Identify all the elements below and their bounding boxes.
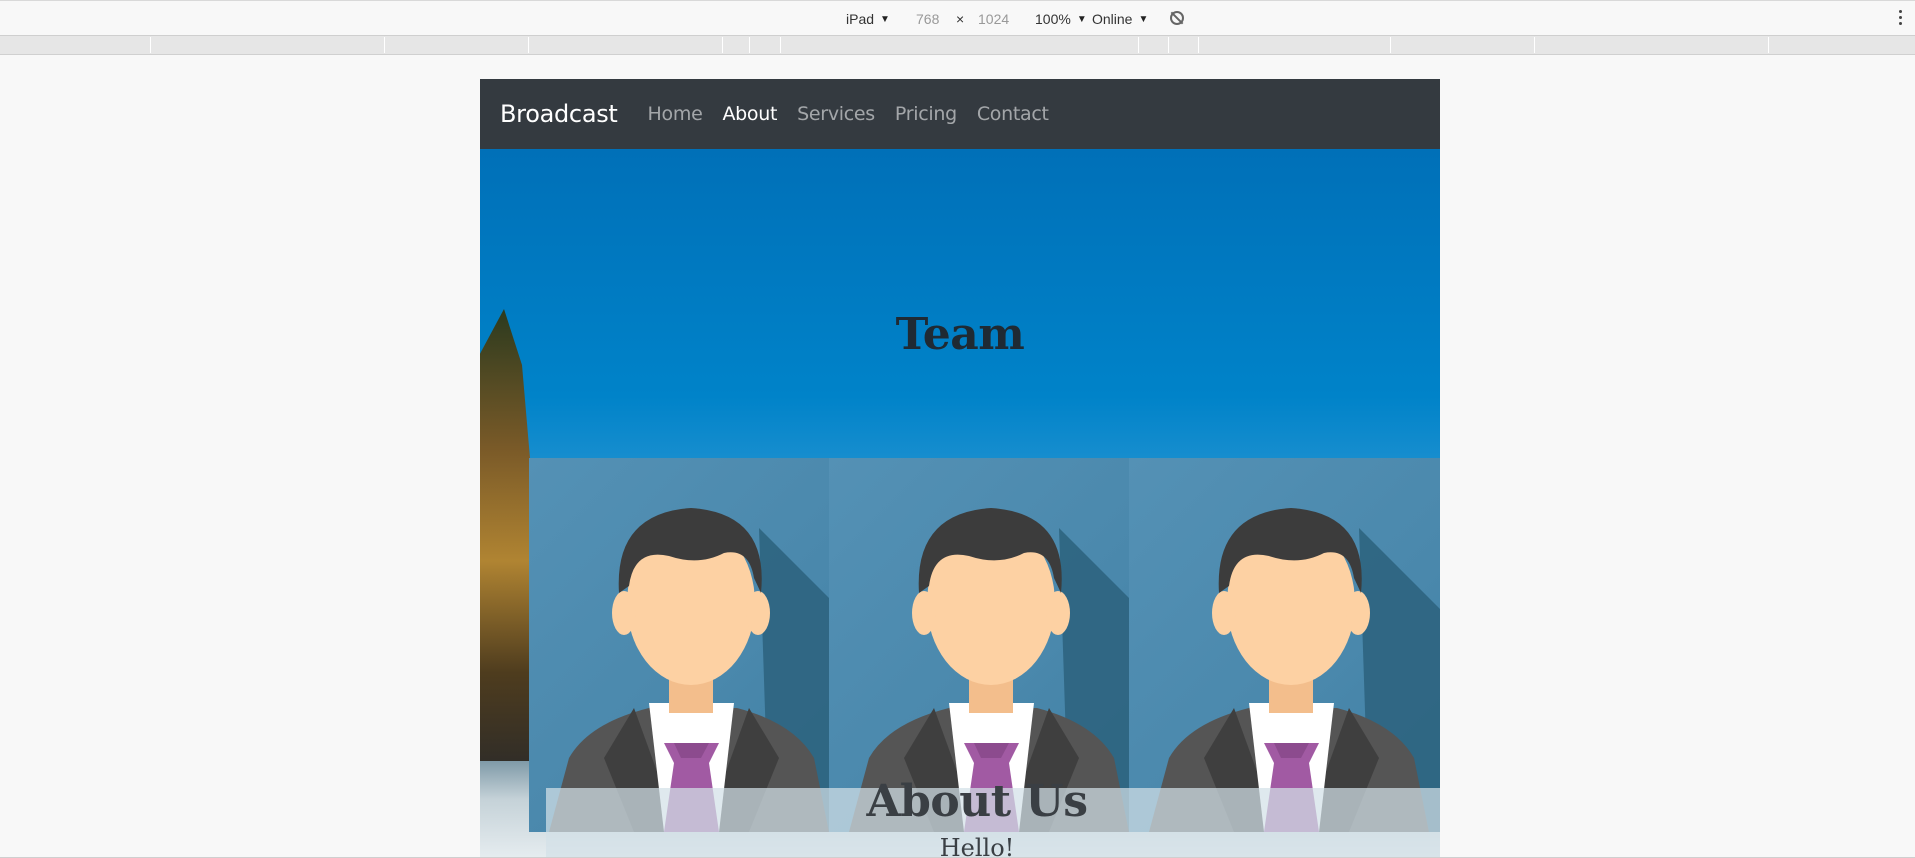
about-heading: About Us [866,776,1088,827]
hero-section: Team [480,149,1440,857]
width-field[interactable]: 768 [916,11,939,27]
navbar: Broadcast Home About Services Pricing Co… [480,79,1440,149]
navbar-brand[interactable]: Broadcast [500,100,618,128]
caret-down-icon: ▼ [880,13,890,25]
media-query-bar[interactable] [0,36,1915,55]
height-value: 1024 [978,11,1010,27]
more-options-icon[interactable] [1899,10,1903,28]
caret-down-icon: ▼ [1138,13,1149,25]
device-label: iPad [846,11,875,27]
zoom-select[interactable]: 100% ▼ [1035,11,1087,27]
dimension-separator: × [956,11,965,27]
network-select[interactable]: Online ▼ [1092,11,1148,27]
nav-link-contact[interactable]: Contact [977,103,1049,125]
nav-link-pricing[interactable]: Pricing [895,103,957,125]
nav-link-about[interactable]: About [722,103,777,125]
device-viewport: Team About Us Hello! Broadcast Home Abou… [480,79,1440,857]
network-label: Online [1092,11,1133,27]
device-select[interactable]: iPad ▼ [846,11,890,27]
zoom-label: 100% [1035,11,1071,27]
caret-down-icon: ▼ [1076,13,1087,25]
devtools-device-toolbar: iPad ▼ 768 × 1024 100% ▼ Online ▼ [0,0,1915,36]
rotate-icon[interactable] [1170,11,1184,25]
width-value: 768 [916,11,940,27]
nav-link-home[interactable]: Home [648,103,703,125]
about-subtitle: Hello! [939,834,1015,857]
team-heading: Team [895,309,1025,360]
height-field[interactable]: 1024 [978,11,1009,27]
nav-link-services[interactable]: Services [797,103,875,125]
